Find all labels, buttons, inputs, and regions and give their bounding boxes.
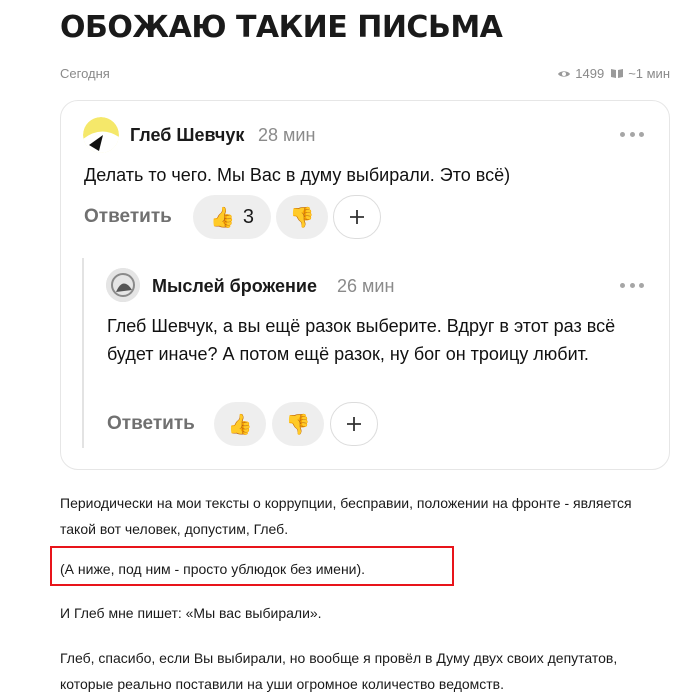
reply-button[interactable]: Ответить	[84, 206, 172, 228]
thumbs-up-icon: 👍	[209, 206, 235, 229]
comment-text: Делать то чего. Мы Вас в думу выбирали. …	[84, 165, 511, 185]
dislike-button[interactable]: 👎	[272, 402, 324, 446]
views-count: 1499	[575, 66, 605, 81]
plus-icon	[350, 210, 364, 224]
like-button[interactable]: 👍 3	[193, 195, 271, 239]
plus-icon	[347, 417, 361, 431]
avatar[interactable]	[83, 117, 119, 153]
comment-time: 28 мин	[258, 125, 316, 145]
dislike-button[interactable]: 👎	[276, 195, 328, 239]
article-stats: 1499 ~1 мин	[557, 66, 670, 81]
body-paragraph: Периодически на мои тексты о коррупции, …	[60, 495, 632, 537]
article-date: Сегодня	[60, 66, 110, 81]
reply-text: Глеб Шевчук, а вы ещё разок выберите. Вд…	[107, 316, 616, 364]
article-title: ОБОЖАЮ ТАКИЕ ПИСЬМА	[60, 10, 503, 45]
read-time: ~1 мин	[628, 66, 670, 81]
avatar[interactable]	[106, 268, 140, 302]
add-reaction-button[interactable]	[330, 402, 378, 446]
reply-author[interactable]: Мыслей брожение	[152, 276, 317, 297]
more-dots-icon[interactable]	[620, 132, 644, 138]
body-paragraph: И Глеб мне пишет: «Мы вас выбирали».	[60, 605, 322, 621]
like-button[interactable]: 👍	[214, 402, 266, 446]
thumbs-down-icon: 👎	[289, 206, 315, 229]
body-paragraph: Глеб, спасибо, если Вы выбирали, но вооб…	[60, 650, 618, 692]
reply-button[interactable]: Ответить	[107, 413, 195, 435]
highlight-box	[50, 546, 454, 586]
comment-author[interactable]: Глеб Шевчук	[130, 125, 244, 146]
thread-line	[82, 258, 84, 448]
eye-icon	[558, 70, 571, 77]
like-count: 3	[242, 205, 255, 228]
thumbs-down-icon: 👎	[285, 413, 311, 436]
more-dots-icon[interactable]	[620, 283, 644, 289]
add-reaction-button[interactable]	[333, 195, 381, 239]
book-icon	[611, 69, 624, 78]
thumbs-up-icon: 👍	[227, 413, 253, 436]
reply-time: 26 мин	[337, 276, 395, 296]
